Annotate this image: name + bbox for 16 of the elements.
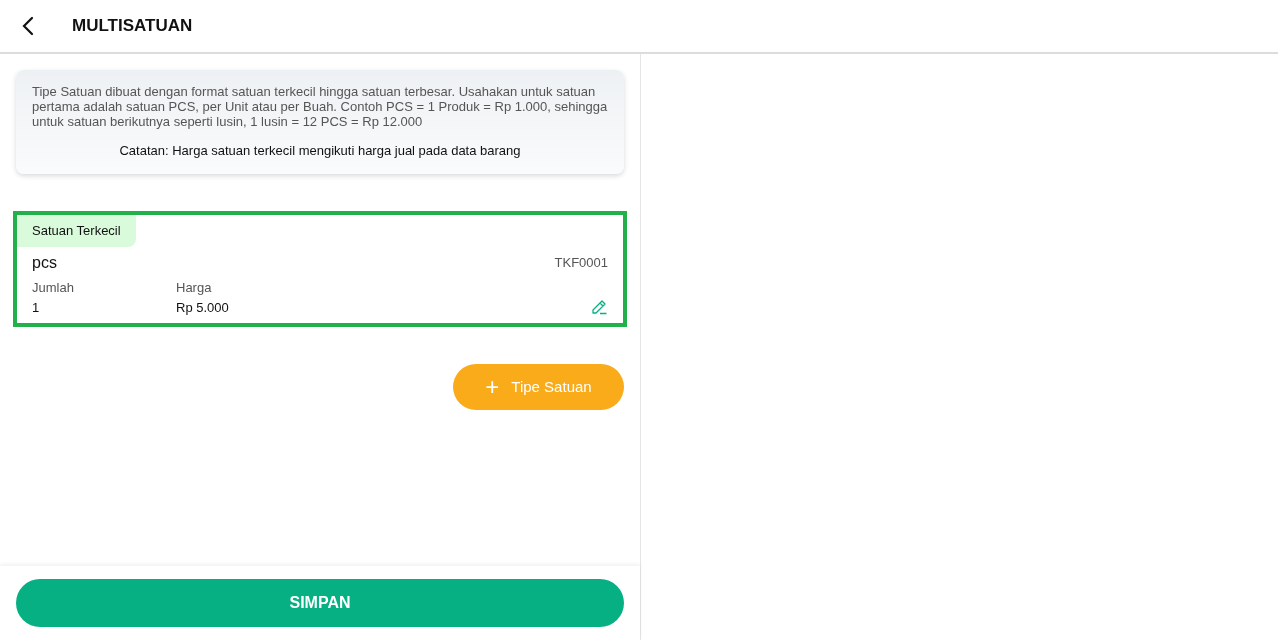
- unit-tag: Satuan Terkecil: [17, 215, 136, 247]
- note-text: Catatan: Harga satuan terkecil mengikuti harga jual pada data barang: [118, 142, 522, 160]
- save-button[interactable]: SIMPAN: [16, 579, 624, 627]
- price-value: Rp 5.000: [176, 298, 230, 317]
- pencil-icon: [591, 298, 608, 315]
- unit-name: pcs: [32, 253, 57, 273]
- page-title: MULTISATUAN: [72, 15, 193, 38]
- unit-card[interactable]: Satuan Terkecil pcs TKF0001 Jumlah 1 Harga Rp 5.000: [13, 211, 627, 327]
- unit-code: TKF0001: [554, 254, 608, 273]
- back-icon: [22, 16, 34, 36]
- quantity-value: 1: [32, 298, 41, 317]
- edit-button[interactable]: [591, 298, 608, 315]
- quantity-label: Jumlah: [32, 279, 75, 297]
- add-unit-type-button[interactable]: + Tipe Satuan: [453, 364, 624, 410]
- info-text: Tipe Satuan dibuat dengan format satuan terkecil hingga satuan terbesar. Usahakan untuk satuan pertama adalah satuan PCS, per Unit atau per Buah. Contoh PCS = 1 Produk = Rp 1.000, sehingga untuk satuan berikutnya seperti lusin, 1 lusin = 12 PCS = Rp 12.000: [32, 84, 608, 129]
- price-label: Harga: [176, 279, 213, 297]
